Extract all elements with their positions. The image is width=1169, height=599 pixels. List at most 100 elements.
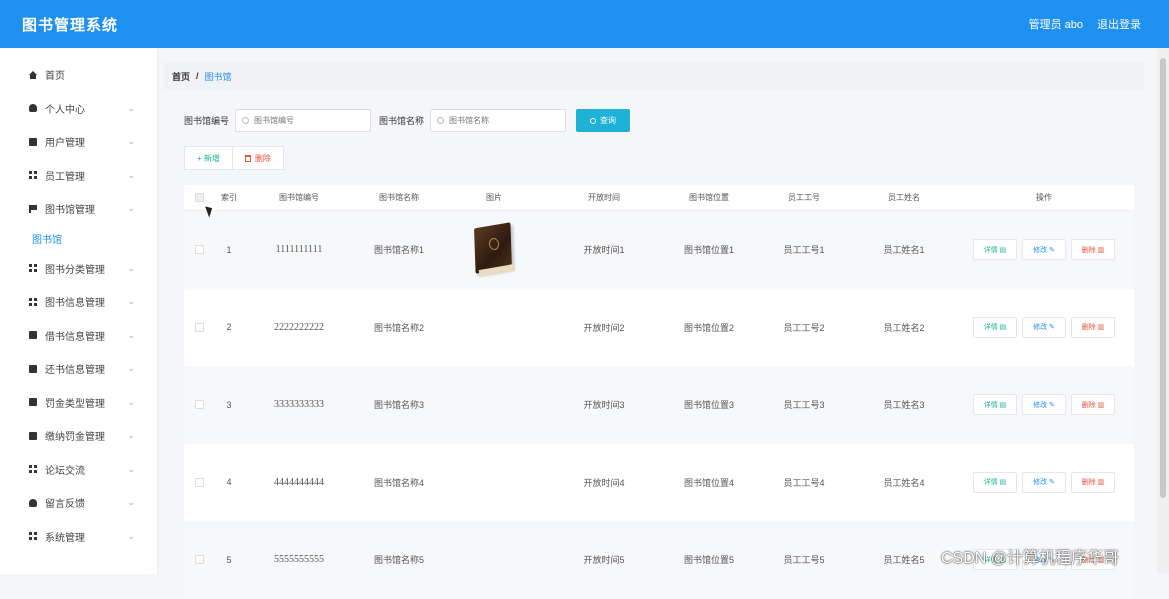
col-library-no[interactable]: 图书馆编号 [244,192,354,203]
grid-icon [29,171,37,180]
col-location[interactable]: 图书馆位置 [664,192,754,203]
sidebar: 首页个人中心 ⌄ 用户管理 ⌄ 员工管理 ⌄ 图书馆管理 ⌄ 图书馆 图书分类管理 ⌄ 图书信息管理 ⌄… [0,48,158,574]
batch-delete-button[interactable]: 删除 [232,146,284,170]
sidebar-item-2[interactable]: 用户管理 ⌄ [0,125,157,159]
delete-button[interactable]: 删除 ▥ [1071,471,1115,493]
edit-button[interactable]: 修改 ✎ [1022,471,1066,493]
delete-button[interactable]: 删除 ▥ [1071,394,1115,416]
delete-button[interactable]: 删除 ▥ [1071,239,1115,261]
table-row: 4 4444444444 图书馆名称4 开放时间4 图书馆位置4 员工工号4 员工姓名4 详情… [184,443,1134,521]
book-image[interactable] [465,221,523,278]
sidebar-item-0[interactable]: 首页 [0,58,157,92]
cell-open-time: 开放时间3 [583,400,625,411]
row-checkbox[interactable] [194,400,204,410]
sidebar-item-5[interactable]: 图书馆 [0,226,157,252]
row-checkbox[interactable] [194,322,204,332]
doc-icon [29,364,37,373]
library-name-field[interactable] [430,109,567,132]
col-employee-name[interactable]: 员工姓名 [854,192,954,203]
delete-label: 删除 [1081,324,1096,332]
library-no-input[interactable] [254,116,365,125]
col-index: 索引 [221,193,237,202]
chevron-down-icon: ⌄ [127,329,135,340]
delete-button[interactable]: 删除 ▥ [1071,316,1115,338]
select-all-checkbox[interactable] [194,193,204,202]
chevron-down-icon: ⌄ [127,169,135,180]
sidebar-item-7[interactable]: 图书信息管理 ⌄ [0,285,157,319]
sidebar-item-6[interactable]: 图书分类管理 ⌄ [0,252,157,286]
cell-library-name: 图书馆名称2 [373,322,424,333]
col-open-time[interactable]: 开放时间 [544,192,664,203]
breadcrumb-separator: / [196,71,199,81]
edit-label: 修改 [1033,246,1048,254]
cell-location: 图书馆位置3 [683,400,734,411]
page-scrollbar[interactable] [1157,48,1169,574]
library-no-label: 图书馆编号 [184,116,230,126]
sidebar-item-12[interactable]: 论坛交流 ⌄ [0,453,157,487]
sidebar-item-3[interactable]: 员工管理 ⌄ [0,159,157,193]
sidebar-item-label: 首页 [45,71,65,83]
chevron-down-icon: ⌄ [127,463,135,474]
cell-library-no: 5555555555 [274,554,324,566]
row-checkbox[interactable] [194,555,204,565]
edit-icon: ✎ [1049,324,1055,332]
breadcrumb-home[interactable]: 首页 [172,70,190,83]
view-button[interactable]: 详情 ▤ [973,316,1017,338]
cell-library-name: 图书馆名称4 [373,477,424,488]
sidebar-item-10[interactable]: 罚金类型管理 ⌄ [0,386,157,420]
library-no-field[interactable] [235,109,372,132]
sidebar-item-label: 还书信息管理 [45,365,105,377]
sidebar-item-14[interactable]: 系统管理 ⌄ [0,520,157,554]
edit-label: 修改 [1033,324,1048,332]
row-select-cell [184,477,214,487]
view-button[interactable]: 详情 ▤ [973,471,1017,493]
chevron-down-icon: ⌄ [127,430,135,441]
chevron-down-icon: ⌄ [127,262,135,273]
query-button[interactable]: 查询 [576,109,631,132]
add-button[interactable]: + 新增 [184,146,233,170]
chevron-down-icon: ⌄ [127,296,135,307]
col-image: 图片 [486,193,502,202]
cell-employee-no: 员工工号3 [783,400,825,411]
breadcrumb: 首页 / 图书馆 [164,62,1144,90]
col-employee-no[interactable]: 员工工号 [754,192,854,203]
cell-employee-no: 员工工号4 [783,477,825,488]
chevron-down-icon: ⌄ [127,203,135,214]
trash-icon [244,154,251,162]
scrollbar-thumb[interactable] [1160,58,1166,498]
col-library-name[interactable]: 图书馆名称 [354,192,444,203]
trash-icon: ▥ [1097,324,1105,332]
sidebar-item-label: 图书馆管理 [45,205,95,217]
logout-link[interactable]: 退出登录 [1097,16,1141,32]
edit-button[interactable]: 修改 ✎ [1022,394,1066,416]
view-icon: ▤ [999,246,1007,254]
sidebar-item-13[interactable]: 留言反馈 ⌄ [0,486,157,520]
cell-open-time: 开放时间2 [583,322,625,333]
chevron-down-icon: ⌄ [127,530,135,541]
cell-library-no: 1111111111 [275,244,323,256]
sidebar-item-9[interactable]: 还书信息管理 ⌄ [0,352,157,386]
sidebar-item-11[interactable]: 缴纳罚金管理 ⌄ [0,419,157,453]
edit-button[interactable]: 修改 ✎ [1022,316,1066,338]
edit-button[interactable]: 修改 ✎ [1022,239,1066,261]
view-button[interactable]: 详情 ▤ [973,239,1017,261]
user-icon [29,104,37,113]
sidebar-item-4[interactable]: 图书馆管理 ⌄ [0,192,157,226]
admin-user-label[interactable]: 管理员 abo [1029,16,1083,32]
view-icon: ▤ [999,324,1007,332]
doc-icon [29,331,37,340]
sidebar-item-1[interactable]: 个人中心 ⌄ [0,92,157,126]
view-label: 详情 [983,479,998,487]
row-checkbox[interactable] [194,477,204,487]
view-button[interactable]: 详情 ▤ [973,394,1017,416]
sidebar-item-label: 图书信息管理 [45,298,105,310]
sidebar-item-label: 系统管理 [45,532,85,544]
toolbar: + 新增 删除 [184,146,284,170]
cell-index: 2 [226,322,232,333]
cell-library-no: 2222222222 [274,321,324,333]
cell-location: 图书馆位置4 [683,477,734,488]
sidebar-item-8[interactable]: 借书信息管理 ⌄ [0,319,157,353]
cell-employee-name: 员工姓名2 [883,322,925,333]
library-name-input[interactable] [449,116,560,125]
row-checkbox[interactable] [194,245,204,255]
